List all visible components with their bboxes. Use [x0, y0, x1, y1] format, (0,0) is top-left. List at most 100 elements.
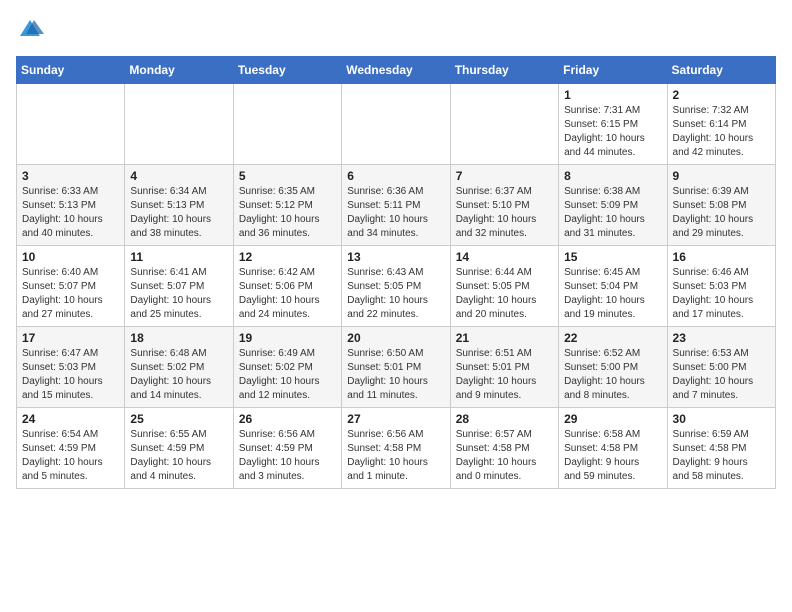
calendar-cell: 19Sunrise: 6:49 AM Sunset: 5:02 PM Dayli…: [233, 327, 341, 408]
day-info: Sunrise: 6:57 AM Sunset: 4:58 PM Dayligh…: [456, 428, 553, 484]
calendar-cell: 27 Sunrise: 6:56 AM Sunset: 4:58 PM Dayli…: [342, 408, 450, 489]
day-number: 25: [130, 412, 227, 426]
day-number: 8: [564, 169, 661, 183]
calendar-cell: 20 Sunrise: 6:50 AM Sunset: 5:01 PM Dayli…: [342, 327, 450, 408]
calendar-cell: 4 Sunrise: 6:34 AM Sunset: 5:13 PM Daylig…: [125, 165, 233, 246]
calendar-cell: 29 Sunrise: 6:58 AM Sunset: 4:58 PM Dayli…: [559, 408, 667, 489]
day-number: 22: [564, 331, 661, 345]
day-number: 23: [673, 331, 770, 345]
calendar-cell: [125, 84, 233, 165]
day-info: Sunrise: 6:39 AM Sunset: 5:08 PM Dayligh…: [673, 185, 770, 241]
calendar-cell: 2 Sunrise: 7:32 AM Sunset: 6:14 PM Daylig…: [667, 84, 775, 165]
calendar-cell: 28 Sunrise: 6:57 AM Sunset: 4:58 PM Dayli…: [450, 408, 558, 489]
day-info: Sunrise: 6:36 AM Sunset: 5:11 PM Dayligh…: [347, 185, 444, 241]
day-number: 15: [564, 250, 661, 264]
calendar-cell: 5Sunrise: 6:35 AM Sunset: 5:12 PM Daylig…: [233, 165, 341, 246]
week-row-4: 17 Sunrise: 6:47 AM Sunset: 5:03 PM Dayli…: [17, 327, 776, 408]
day-info: Sunrise: 7:31 AM Sunset: 6:15 PM Dayligh…: [564, 104, 661, 160]
day-number: 9: [673, 169, 770, 183]
header-saturday: Saturday: [667, 57, 775, 84]
header-wednesday: Wednesday: [342, 57, 450, 84]
calendar-cell: 22 Sunrise: 6:52 AM Sunset: 5:00 PM Dayli…: [559, 327, 667, 408]
calendar-cell: 6 Sunrise: 6:36 AM Sunset: 5:11 PM Daylig…: [342, 165, 450, 246]
day-number: 29: [564, 412, 661, 426]
day-info: Sunrise: 6:43 AM Sunset: 5:05 PM Dayligh…: [347, 266, 444, 322]
day-info: Sunrise: 6:44 AM Sunset: 5:05 PM Dayligh…: [456, 266, 553, 322]
day-info: Sunrise: 6:55 AM Sunset: 4:59 PM Dayligh…: [130, 428, 227, 484]
header-row: SundayMondayTuesdayWednesdayThursdayFrid…: [17, 57, 776, 84]
header-monday: Monday: [125, 57, 233, 84]
day-info: Sunrise: 6:56 AM Sunset: 4:59 PM Dayligh…: [239, 428, 336, 484]
day-info: Sunrise: 6:42 AM Sunset: 5:06 PM Dayligh…: [239, 266, 336, 322]
calendar-cell: 23 Sunrise: 6:53 AM Sunset: 5:00 PM Dayli…: [667, 327, 775, 408]
day-number: 14: [456, 250, 553, 264]
day-number: 4: [130, 169, 227, 183]
day-info: Sunrise: 6:56 AM Sunset: 4:58 PM Dayligh…: [347, 428, 444, 484]
day-number: 10: [22, 250, 119, 264]
week-row-5: 24Sunrise: 6:54 AM Sunset: 4:59 PM Dayli…: [17, 408, 776, 489]
calendar-cell: 15Sunrise: 6:45 AM Sunset: 5:04 PM Dayli…: [559, 246, 667, 327]
day-info: Sunrise: 6:48 AM Sunset: 5:02 PM Dayligh…: [130, 347, 227, 403]
calendar-cell: 30Sunrise: 6:59 AM Sunset: 4:58 PM Dayli…: [667, 408, 775, 489]
day-info: Sunrise: 6:33 AM Sunset: 5:13 PM Dayligh…: [22, 185, 119, 241]
day-info: Sunrise: 6:34 AM Sunset: 5:13 PM Dayligh…: [130, 185, 227, 241]
day-info: Sunrise: 6:41 AM Sunset: 5:07 PM Dayligh…: [130, 266, 227, 322]
day-number: 27: [347, 412, 444, 426]
calendar-header: SundayMondayTuesdayWednesdayThursdayFrid…: [17, 57, 776, 84]
header-thursday: Thursday: [450, 57, 558, 84]
calendar-cell: 17 Sunrise: 6:47 AM Sunset: 5:03 PM Dayli…: [17, 327, 125, 408]
day-number: 3: [22, 169, 119, 183]
day-info: Sunrise: 6:35 AM Sunset: 5:12 PM Dayligh…: [239, 185, 336, 241]
day-number: 13: [347, 250, 444, 264]
calendar-table: SundayMondayTuesdayWednesdayThursdayFrid…: [16, 56, 776, 489]
calendar-cell: 7Sunrise: 6:37 AM Sunset: 5:10 PM Daylig…: [450, 165, 558, 246]
calendar-cell: 11 Sunrise: 6:41 AM Sunset: 5:07 PM Dayli…: [125, 246, 233, 327]
week-row-1: 1 Sunrise: 7:31 AM Sunset: 6:15 PM Daylig…: [17, 84, 776, 165]
day-info: Sunrise: 6:52 AM Sunset: 5:00 PM Dayligh…: [564, 347, 661, 403]
day-info: Sunrise: 6:47 AM Sunset: 5:03 PM Dayligh…: [22, 347, 119, 403]
day-info: Sunrise: 6:53 AM Sunset: 5:00 PM Dayligh…: [673, 347, 770, 403]
calendar-cell: 13 Sunrise: 6:43 AM Sunset: 5:05 PM Dayli…: [342, 246, 450, 327]
calendar-cell: 25 Sunrise: 6:55 AM Sunset: 4:59 PM Dayli…: [125, 408, 233, 489]
day-info: Sunrise: 6:46 AM Sunset: 5:03 PM Dayligh…: [673, 266, 770, 322]
day-info: Sunrise: 6:58 AM Sunset: 4:58 PM Dayligh…: [564, 428, 661, 484]
day-info: Sunrise: 6:54 AM Sunset: 4:59 PM Dayligh…: [22, 428, 119, 484]
day-info: Sunrise: 6:49 AM Sunset: 5:02 PM Dayligh…: [239, 347, 336, 403]
calendar-cell: 3 Sunrise: 6:33 AM Sunset: 5:13 PM Daylig…: [17, 165, 125, 246]
calendar-body: 1 Sunrise: 7:31 AM Sunset: 6:15 PM Daylig…: [17, 84, 776, 489]
day-info: Sunrise: 6:51 AM Sunset: 5:01 PM Dayligh…: [456, 347, 553, 403]
calendar-cell: 12 Sunrise: 6:42 AM Sunset: 5:06 PM Dayli…: [233, 246, 341, 327]
calendar-cell: 26 Sunrise: 6:56 AM Sunset: 4:59 PM Dayli…: [233, 408, 341, 489]
logo-icon: [16, 16, 44, 44]
calendar-cell: [342, 84, 450, 165]
day-info: Sunrise: 6:40 AM Sunset: 5:07 PM Dayligh…: [22, 266, 119, 322]
logo: [16, 16, 48, 44]
day-number: 28: [456, 412, 553, 426]
calendar-cell: 16 Sunrise: 6:46 AM Sunset: 5:03 PM Dayli…: [667, 246, 775, 327]
day-number: 2: [673, 88, 770, 102]
calendar-cell: 18Sunrise: 6:48 AM Sunset: 5:02 PM Dayli…: [125, 327, 233, 408]
week-row-2: 3 Sunrise: 6:33 AM Sunset: 5:13 PM Daylig…: [17, 165, 776, 246]
week-row-3: 10 Sunrise: 6:40 AM Sunset: 5:07 PM Dayli…: [17, 246, 776, 327]
calendar-cell: [450, 84, 558, 165]
day-number: 17: [22, 331, 119, 345]
day-number: 6: [347, 169, 444, 183]
day-number: 26: [239, 412, 336, 426]
calendar-cell: [233, 84, 341, 165]
day-number: 1: [564, 88, 661, 102]
day-number: 21: [456, 331, 553, 345]
day-number: 20: [347, 331, 444, 345]
day-number: 12: [239, 250, 336, 264]
day-number: 16: [673, 250, 770, 264]
day-number: 11: [130, 250, 227, 264]
page-header: [16, 16, 776, 44]
calendar-cell: 24Sunrise: 6:54 AM Sunset: 4:59 PM Dayli…: [17, 408, 125, 489]
calendar-cell: 9 Sunrise: 6:39 AM Sunset: 5:08 PM Daylig…: [667, 165, 775, 246]
day-info: Sunrise: 6:50 AM Sunset: 5:01 PM Dayligh…: [347, 347, 444, 403]
header-sunday: Sunday: [17, 57, 125, 84]
calendar-cell: 10 Sunrise: 6:40 AM Sunset: 5:07 PM Dayli…: [17, 246, 125, 327]
header-tuesday: Tuesday: [233, 57, 341, 84]
day-info: Sunrise: 7:32 AM Sunset: 6:14 PM Dayligh…: [673, 104, 770, 160]
calendar-cell: [17, 84, 125, 165]
calendar-cell: 8Sunrise: 6:38 AM Sunset: 5:09 PM Daylig…: [559, 165, 667, 246]
